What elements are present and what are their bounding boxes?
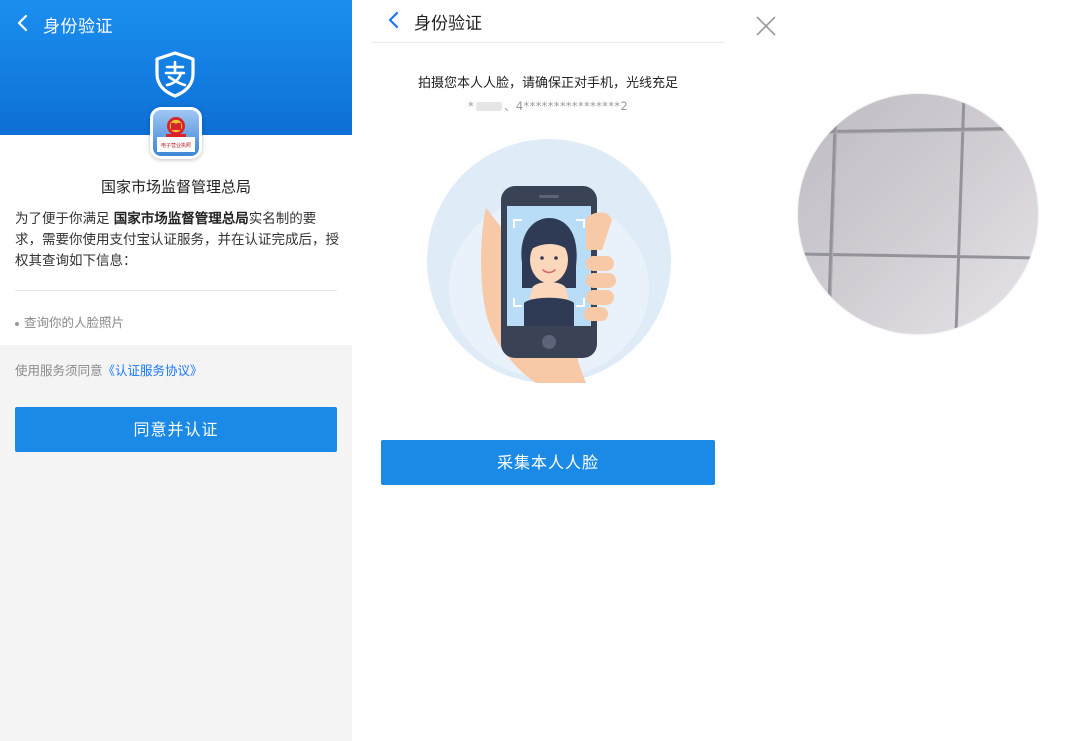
desc-prefix: 为了便于你满足 xyxy=(15,211,114,227)
face-scan-phone-illustration xyxy=(427,139,671,383)
desc-organization: 国家市场监督管理总局 xyxy=(113,211,249,227)
face-capture-intro-screen: 身份验证 拍摄您本人人脸，请确保正对手机，光线充足 * 、4***********… xyxy=(372,0,724,741)
camera-preview-circle xyxy=(798,94,1038,334)
redaction-block xyxy=(476,102,503,111)
capture-face-button[interactable]: 采集本人人脸 xyxy=(381,440,715,485)
masked-identity: * 、4****************2 xyxy=(372,98,724,114)
national-emblem-app-icon: 电子营业执照 xyxy=(150,107,202,159)
auth-consent-screen: 身份验证 电子营业执照 国家市场监督管理总局 为了便于你满足 国家市场监督管理总… xyxy=(0,0,352,741)
masked-id-number: 、4****************2 xyxy=(504,99,628,113)
page-title: 身份验证 xyxy=(414,14,482,34)
app-icon-caption: 电子营业执照 xyxy=(161,142,191,149)
chevron-left-icon[interactable] xyxy=(12,10,34,36)
capture-instruction: 拍摄您本人人脸，请确保正对手机，光线充足 xyxy=(417,76,678,91)
chevron-left-icon[interactable] xyxy=(384,8,404,32)
info-list-item: 查询你的人脸照片 xyxy=(15,312,124,331)
bullet-icon xyxy=(15,321,19,326)
agreement-prefix: 使用服务须同意 xyxy=(15,363,103,378)
page-title: 身份验证 xyxy=(43,17,113,37)
alipay-shield-icon xyxy=(155,51,195,98)
face-capture-camera-screen xyxy=(744,0,1088,741)
divider xyxy=(372,42,724,43)
authorization-description: 为了便于你满足 国家市场监督管理总局实名制的要求，需要你使用支付宝认证服务，并在… xyxy=(15,209,340,272)
close-icon[interactable] xyxy=(754,14,778,38)
masked-name: * xyxy=(468,99,475,113)
divider xyxy=(15,290,337,291)
agree-and-verify-button[interactable]: 同意并认证 xyxy=(15,407,337,452)
agreement-notice: 使用服务须同意《认证服务协议》 xyxy=(15,360,203,379)
organization-name: 国家市场监督管理总局 xyxy=(100,178,251,196)
info-item-label: 查询你的人脸照片 xyxy=(24,315,125,330)
service-agreement-link[interactable]: 《认证服务协议》 xyxy=(103,363,203,378)
